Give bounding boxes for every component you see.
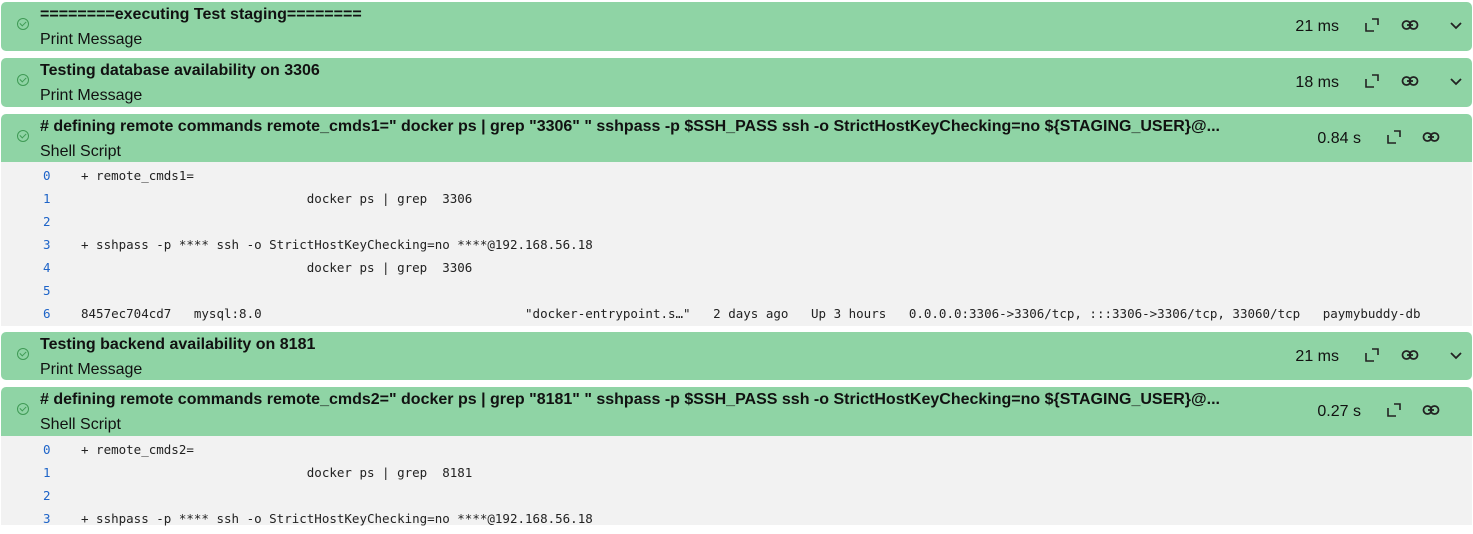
step-type: Shell Script	[40, 143, 121, 160]
line-number: 2	[43, 488, 51, 503]
line-number: 4	[43, 260, 51, 275]
log-text: + remote_cmds1=	[81, 168, 194, 183]
step-type: Print Message	[40, 361, 143, 378]
log-line: 0 + remote_cmds2=	[1, 442, 1472, 465]
check-circle-icon	[17, 74, 29, 86]
step-type: Shell Script	[40, 416, 121, 433]
step-title: ========executing Test staging========	[40, 6, 362, 23]
open-external-icon[interactable]	[1363, 346, 1381, 364]
chevron-down-icon[interactable]	[1447, 72, 1465, 90]
link-icon[interactable]	[1422, 401, 1440, 419]
line-number: 3	[43, 237, 51, 252]
log-text: 8457ec704cd7 mysql:8.0 "docker-entrypoin…	[81, 306, 1421, 321]
step-title: # defining remote commands remote_cmds2=…	[40, 391, 1220, 408]
link-icon[interactable]	[1401, 72, 1419, 90]
step-duration: 21 ms	[1295, 348, 1339, 365]
line-number: 5	[43, 283, 51, 298]
log-line: 6 8457ec704cd7 mysql:8.0 "docker-entrypoi…	[1, 306, 1472, 329]
line-number: 3	[43, 511, 51, 526]
log-line: 1 docker ps | grep 3306	[1, 191, 1472, 214]
step-title: # defining remote commands remote_cmds1=…	[40, 118, 1220, 135]
log-text: + sshpass -p **** ssh -o StrictHostKeyCh…	[81, 511, 593, 526]
line-number: 0	[43, 168, 51, 183]
open-external-icon[interactable]	[1363, 16, 1381, 34]
chevron-down-icon[interactable]	[1447, 16, 1465, 34]
check-circle-icon	[17, 18, 29, 30]
log-line: 1 docker ps | grep 8181	[1, 465, 1472, 488]
step-type: Print Message	[40, 31, 143, 48]
line-number: 0	[43, 442, 51, 457]
check-circle-icon	[17, 403, 29, 415]
pipeline-step[interactable]: Testing backend availability on 8181 Pri…	[1, 332, 1472, 380]
log-line: 5	[1, 283, 1472, 306]
open-external-icon[interactable]	[1385, 401, 1403, 419]
pipeline-step[interactable]: # defining remote commands remote_cmds1=…	[1, 114, 1472, 162]
log-line: 0 + remote_cmds1=	[1, 168, 1472, 191]
step-title: Testing database availability on 3306	[40, 62, 320, 79]
console-log: 0 + remote_cmds1= 1 docker ps | grep 3306…	[1, 162, 1472, 326]
link-icon[interactable]	[1401, 346, 1419, 364]
line-number: 6	[43, 306, 51, 321]
step-title: Testing backend availability on 8181	[40, 336, 316, 353]
log-line: 3 + sshpass -p **** ssh -o StrictHostKeyC…	[1, 237, 1472, 260]
open-external-icon[interactable]	[1385, 128, 1403, 146]
check-circle-icon	[17, 348, 29, 360]
pipeline-step[interactable]: # defining remote commands remote_cmds2=…	[1, 387, 1472, 436]
log-text: + sshpass -p **** ssh -o StrictHostKeyCh…	[81, 237, 593, 252]
step-duration: 18 ms	[1295, 74, 1339, 91]
step-type: Print Message	[40, 87, 143, 104]
step-duration: 0.84 s	[1317, 130, 1361, 147]
log-line: 3 + sshpass -p **** ssh -o StrictHostKeyC…	[1, 511, 1472, 534]
check-circle-icon	[17, 130, 29, 142]
step-duration: 21 ms	[1295, 18, 1339, 35]
line-number: 1	[43, 465, 51, 480]
open-external-icon[interactable]	[1363, 72, 1381, 90]
link-icon[interactable]	[1422, 128, 1440, 146]
chevron-down-icon[interactable]	[1447, 346, 1465, 364]
step-duration: 0.27 s	[1317, 403, 1361, 420]
log-text: docker ps | grep 3306	[81, 260, 473, 275]
link-icon[interactable]	[1401, 16, 1419, 34]
line-number: 1	[43, 191, 51, 206]
log-text: docker ps | grep 3306	[81, 191, 473, 206]
log-line: 2	[1, 214, 1472, 237]
pipeline-step[interactable]: Testing database availability on 3306 Pr…	[1, 58, 1472, 107]
log-text: + remote_cmds2=	[81, 442, 194, 457]
log-line: 2	[1, 488, 1472, 511]
log-text: docker ps | grep 8181	[81, 465, 473, 480]
line-number: 2	[43, 214, 51, 229]
log-line: 4 docker ps | grep 3306	[1, 260, 1472, 283]
console-log: 0 + remote_cmds2= 1 docker ps | grep 8181…	[1, 436, 1472, 526]
pipeline-step[interactable]: ========executing Test staging======== P…	[1, 2, 1472, 51]
